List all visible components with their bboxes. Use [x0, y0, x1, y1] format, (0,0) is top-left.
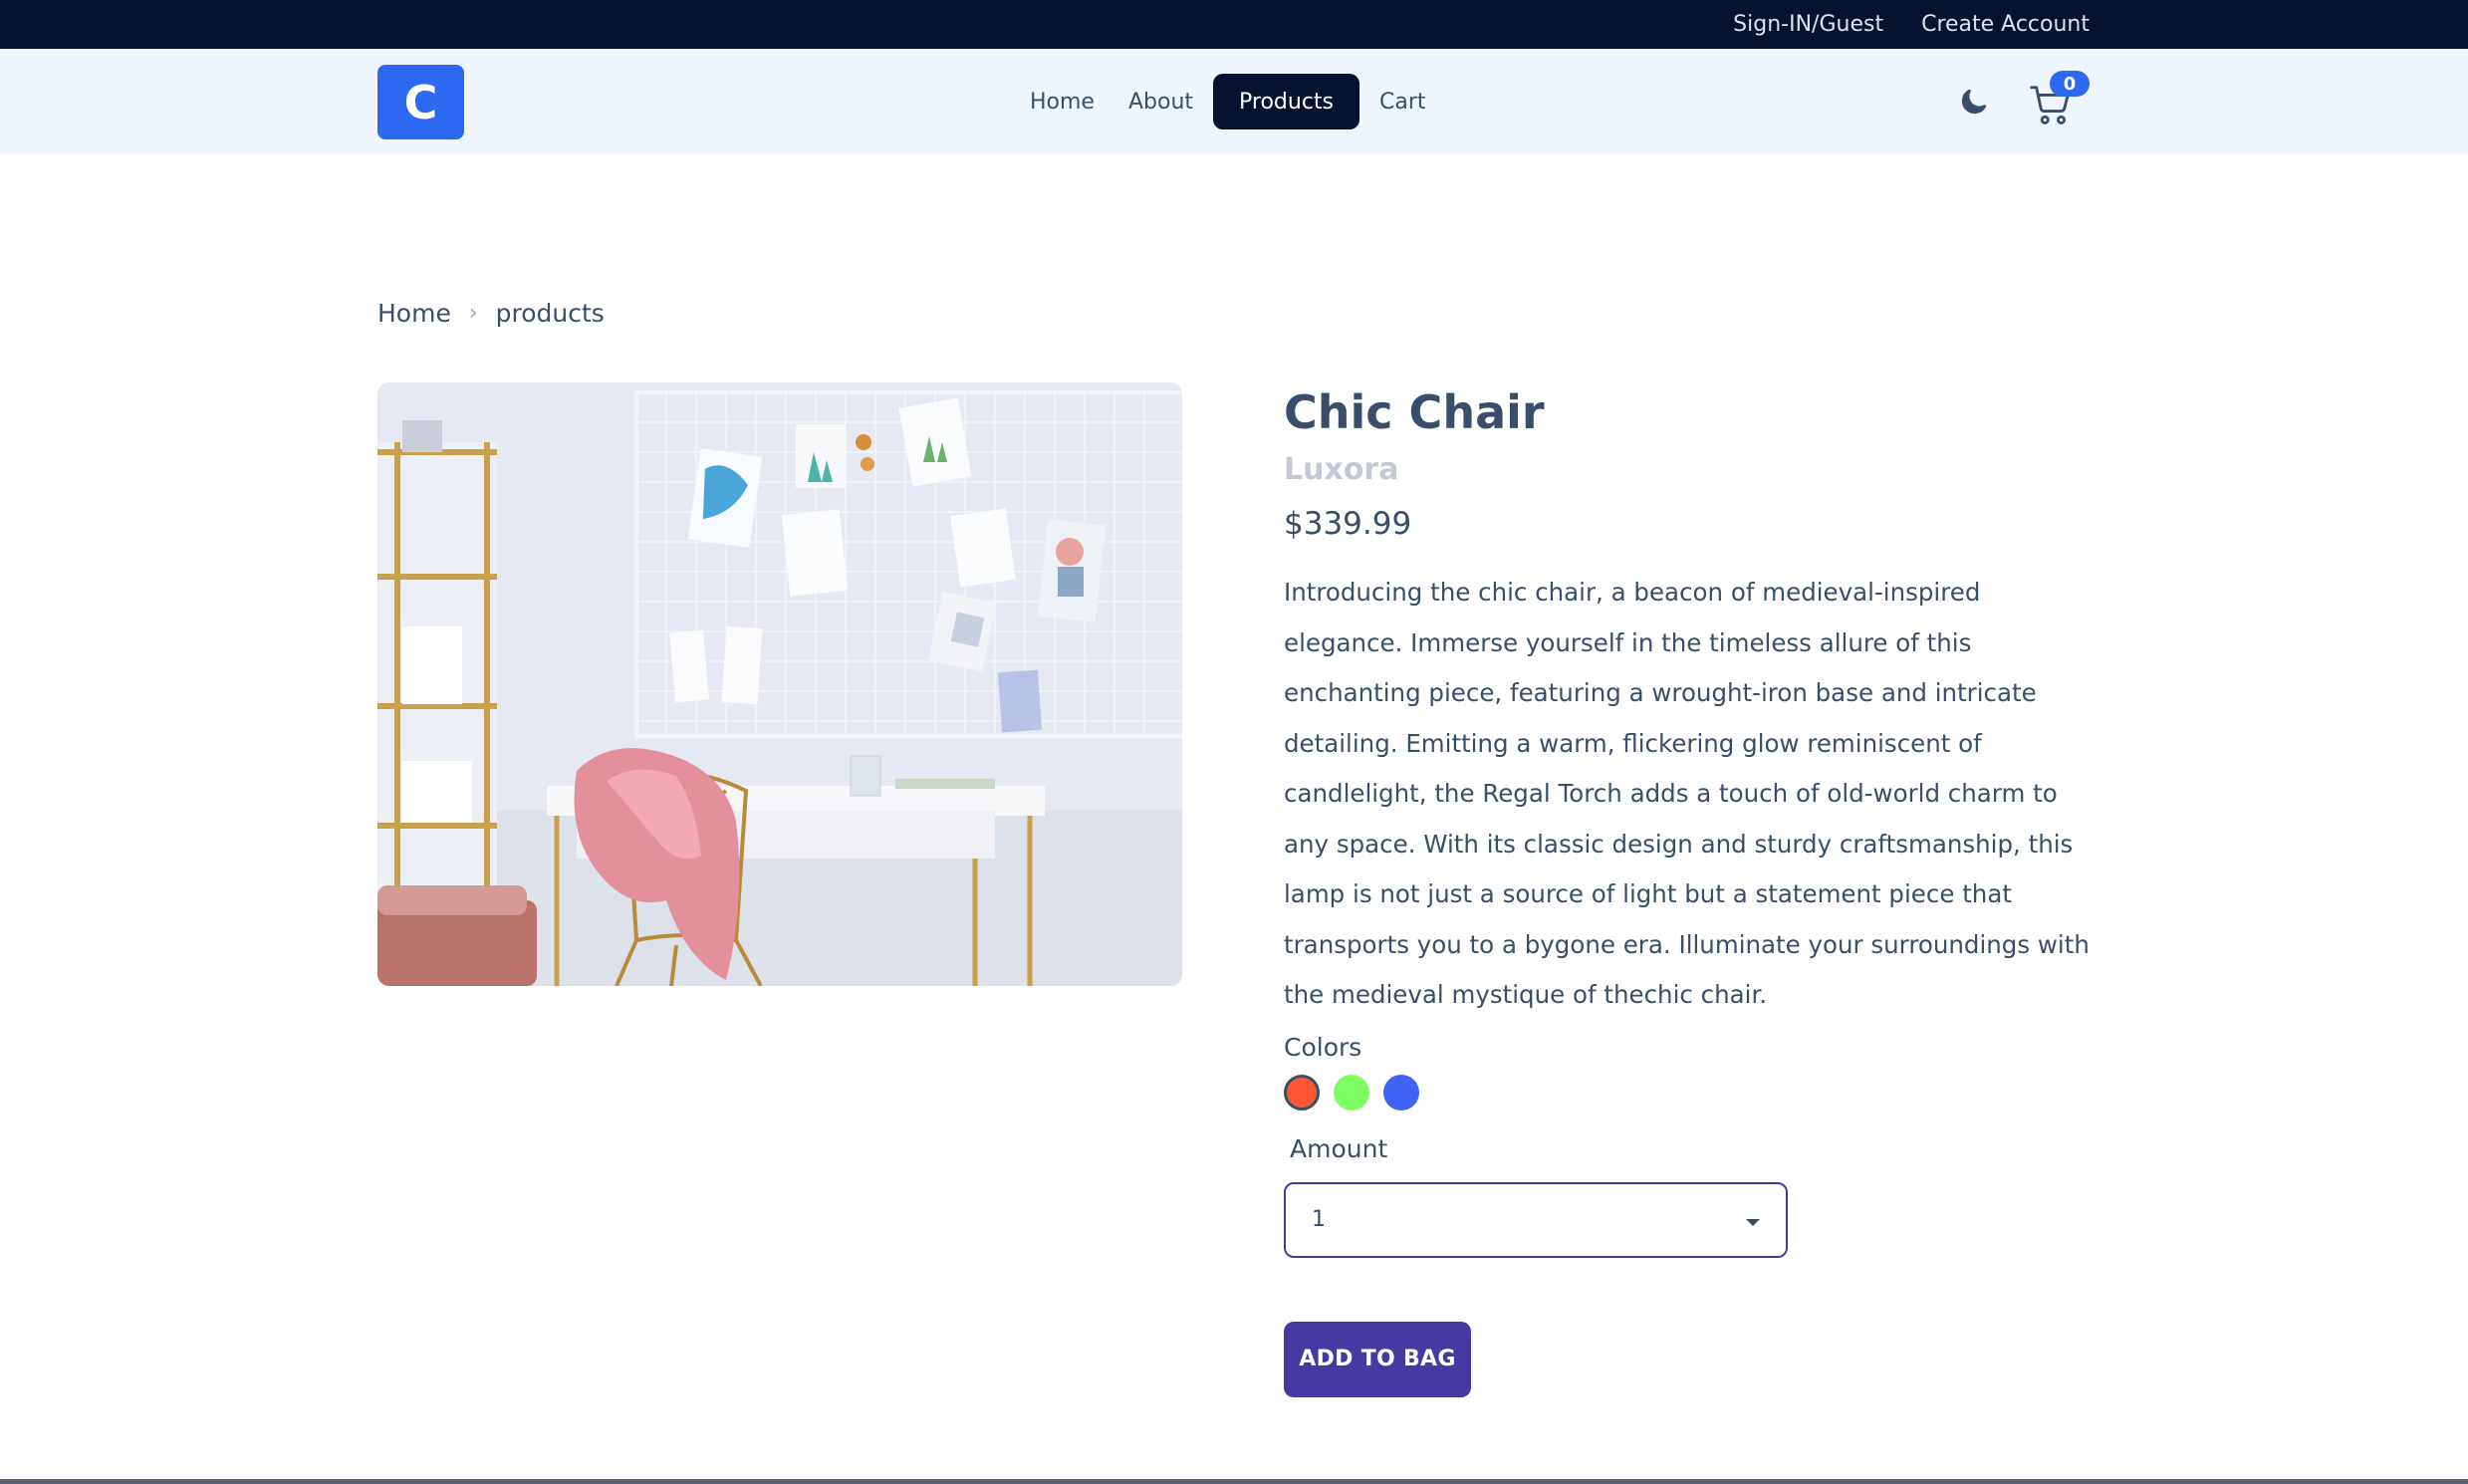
nav-home[interactable]: Home — [1016, 74, 1109, 129]
amount-label: Amount — [1290, 1133, 1388, 1163]
chevron-right-icon: › — [468, 300, 478, 326]
product-title: Chic Chair — [1284, 385, 1545, 439]
colors-label: Colors — [1284, 1032, 1362, 1062]
product-description: Introducing the chic chair, a beacon of … — [1284, 578, 2090, 1009]
color-swatch-blue[interactable] — [1383, 1074, 1419, 1111]
product-company: Luxora — [1284, 452, 1399, 487]
amount-value: 1 — [1312, 1207, 1326, 1232]
nav-products[interactable]: Products — [1213, 74, 1360, 129]
color-swatches — [1284, 1074, 2091, 1111]
navbar: C Home About Products Cart 0 — [0, 49, 2468, 154]
add-to-bag-button[interactable]: ADD TO BAG — [1284, 1321, 1471, 1397]
product-details: Chic Chair Luxora $339.99 Introducing th… — [1284, 382, 2091, 1397]
auth-links: Sign-IN/Guest Create Account — [1733, 0, 2090, 49]
product-photo — [377, 382, 1182, 986]
breadcrumb-current[interactable]: products — [496, 299, 605, 328]
product-image — [377, 382, 1182, 986]
product-price: $339.99 — [1284, 506, 1412, 542]
main-nav: Home About Products Cart — [1016, 74, 1440, 129]
logo[interactable]: C — [377, 65, 464, 139]
nav-about[interactable]: About — [1114, 74, 1207, 129]
caret-down-icon — [1746, 1218, 1760, 1226]
color-swatch-orange[interactable] — [1284, 1074, 1320, 1111]
signin-link[interactable]: Sign-IN/Guest — [1733, 12, 1883, 37]
create-account-link[interactable]: Create Account — [1921, 12, 2090, 37]
amount-select[interactable]: 1 — [1284, 1181, 1788, 1258]
top-bar: Sign-IN/Guest Create Account — [0, 0, 2468, 49]
breadcrumb-home[interactable]: Home — [377, 299, 451, 328]
breadcrumb: Home › products — [377, 295, 605, 331]
color-swatch-green[interactable] — [1334, 1074, 1369, 1111]
nav-cart[interactable]: Cart — [1365, 74, 1440, 129]
page-bottom-edge — [0, 1479, 2468, 1484]
cart-count-badge: 0 — [2050, 71, 2090, 97]
moon-icon[interactable] — [1958, 86, 1990, 118]
